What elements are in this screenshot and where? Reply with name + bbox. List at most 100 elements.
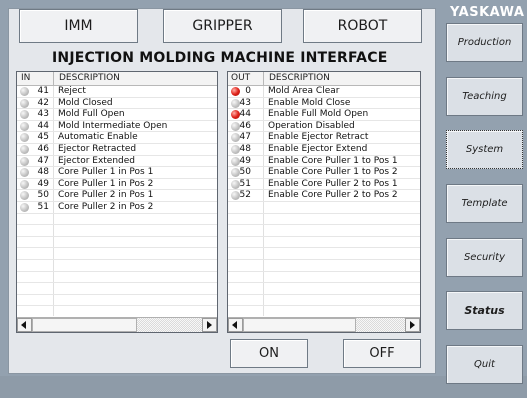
- tab-robot[interactable]: ROBOT: [303, 9, 422, 43]
- list-item[interactable]: 44 Mold Intermediate Open: [17, 121, 217, 133]
- in-column-header: IN: [21, 73, 31, 83]
- io-description: Enable Mold Close: [268, 97, 351, 108]
- io-description: Core Puller 1 in Pos 2: [58, 178, 154, 189]
- list-item[interactable]: 46 Ejector Retracted: [17, 144, 217, 156]
- empty-row: [17, 283, 217, 295]
- list-item[interactable]: 48 Enable Ejector Extend: [228, 144, 420, 156]
- tab-gripper[interactable]: GRIPPER: [163, 9, 282, 43]
- arrow-left-icon: [21, 321, 26, 329]
- io-description: Enable Full Mold Open: [268, 109, 369, 120]
- tab-imm[interactable]: IMM: [19, 9, 138, 43]
- empty-row: [17, 260, 217, 272]
- empty-row: [228, 237, 420, 249]
- list-item[interactable]: 41 Reject: [17, 86, 217, 98]
- scroll-track[interactable]: [243, 318, 405, 332]
- io-description: Operation Disabled: [268, 120, 355, 131]
- list-item[interactable]: 43 Enable Mold Close: [228, 98, 420, 110]
- io-number: 47: [37, 155, 49, 166]
- empty-row: [228, 260, 420, 272]
- list-item[interactable]: 50 Enable Core Puller 1 to Pos 2: [228, 167, 420, 179]
- io-number: 48: [37, 167, 49, 178]
- io-number: 51: [239, 178, 251, 189]
- off-button[interactable]: OFF: [343, 339, 421, 368]
- list-item[interactable]: 42 Mold Closed: [17, 98, 217, 110]
- arrow-right-icon: [410, 321, 415, 329]
- io-description: Ejector Extended: [58, 155, 136, 166]
- list-item[interactable]: 52 Enable Core Puller 2 to Pos 2: [228, 190, 420, 202]
- io-number: 0: [245, 86, 251, 96]
- io-number: 41: [37, 86, 49, 96]
- io-number: 50: [239, 167, 251, 178]
- scroll-left-button[interactable]: [17, 318, 32, 332]
- empty-row: [17, 295, 217, 307]
- list-item[interactable]: 43 Mold Full Open: [17, 109, 217, 121]
- io-number: 48: [239, 143, 251, 154]
- empty-row: [17, 248, 217, 260]
- io-description: Reject: [58, 86, 86, 96]
- io-number: 49: [239, 155, 251, 166]
- io-number: 50: [37, 190, 49, 201]
- list-item[interactable]: 46 Operation Disabled: [228, 121, 420, 133]
- list-item[interactable]: 49 Core Puller 1 in Pos 2: [17, 179, 217, 191]
- side-menu-system-button[interactable]: System: [446, 130, 523, 169]
- io-description: Mold Full Open: [58, 109, 125, 120]
- io-number: 43: [239, 97, 251, 108]
- list-item[interactable]: 45 Automatic Enable: [17, 132, 217, 144]
- empty-row: [228, 202, 420, 214]
- output-list-header: OUT DESCRIPTION: [228, 72, 420, 86]
- io-description: Enable Core Puller 2 to Pos 2: [268, 190, 398, 201]
- list-item[interactable]: 51 Core Puller 2 in Pos 2: [17, 202, 217, 214]
- empty-row: [17, 214, 217, 226]
- scroll-right-button[interactable]: [202, 318, 217, 332]
- io-description: Core Puller 2 in Pos 2: [58, 201, 154, 212]
- empty-row: [228, 283, 420, 295]
- output-rows: 0 Mold Area Clear 43 Enable Mold Close 44 Ena…: [228, 86, 420, 318]
- input-hscrollbar[interactable]: [17, 317, 217, 332]
- empty-row: [17, 237, 217, 249]
- list-item[interactable]: 47 Ejector Extended: [17, 156, 217, 168]
- io-description: Core Puller 2 in Pos 1: [58, 190, 154, 201]
- empty-row: [17, 272, 217, 284]
- io-number: 43: [37, 109, 49, 120]
- io-description: Enable Core Puller 1 to Pos 1: [268, 155, 398, 166]
- io-number: 42: [37, 97, 49, 108]
- scroll-right-button[interactable]: [405, 318, 420, 332]
- scroll-left-button[interactable]: [228, 318, 243, 332]
- page-title: INJECTION MOLDING MACHINE INTERFACE: [52, 50, 388, 66]
- list-item[interactable]: 47 Enable Ejector Retract: [228, 132, 420, 144]
- io-description: Mold Intermediate Open: [58, 120, 168, 131]
- side-menu-status-button[interactable]: Status: [446, 291, 523, 330]
- list-item[interactable]: 48 Core Puller 1 in Pos 1: [17, 167, 217, 179]
- scroll-track[interactable]: [32, 318, 202, 332]
- io-number: 44: [239, 109, 251, 120]
- list-item[interactable]: 0 Mold Area Clear: [228, 86, 420, 98]
- io-description: Mold Area Clear: [268, 86, 340, 96]
- io-number: 45: [37, 132, 49, 143]
- side-menu-template-button[interactable]: Template: [446, 184, 523, 223]
- io-description: Automatic Enable: [58, 132, 138, 143]
- side-menu-production-button[interactable]: Production: [446, 23, 523, 62]
- io-number: 49: [37, 178, 49, 189]
- io-number: 52: [239, 190, 251, 201]
- side-menu-teaching-button[interactable]: Teaching: [446, 77, 523, 116]
- empty-row: [228, 248, 420, 260]
- scroll-thumb[interactable]: [32, 318, 138, 332]
- io-number: 46: [37, 143, 49, 154]
- io-number: 44: [37, 120, 49, 131]
- side-menu-security-button[interactable]: Security: [446, 238, 523, 277]
- on-button[interactable]: ON: [230, 339, 308, 368]
- description-column-header: DESCRIPTION: [269, 73, 330, 83]
- list-item[interactable]: 50 Core Puller 2 in Pos 1: [17, 190, 217, 202]
- scroll-thumb[interactable]: [243, 318, 357, 332]
- list-item[interactable]: 44 Enable Full Mold Open: [228, 109, 420, 121]
- empty-row: [228, 295, 420, 307]
- list-item[interactable]: 49 Enable Core Puller 1 to Pos 1: [228, 156, 420, 168]
- input-list-header: IN DESCRIPTION: [17, 72, 217, 86]
- side-menu-quit-button[interactable]: Quit: [446, 345, 523, 384]
- empty-row: [228, 225, 420, 237]
- io-description: Ejector Retracted: [58, 143, 137, 154]
- out-column-header: OUT: [231, 73, 251, 83]
- io-description: Enable Ejector Retract: [268, 132, 369, 143]
- output-hscrollbar[interactable]: [228, 317, 420, 332]
- list-item[interactable]: 51 Enable Core Puller 2 to Pos 1: [228, 179, 420, 191]
